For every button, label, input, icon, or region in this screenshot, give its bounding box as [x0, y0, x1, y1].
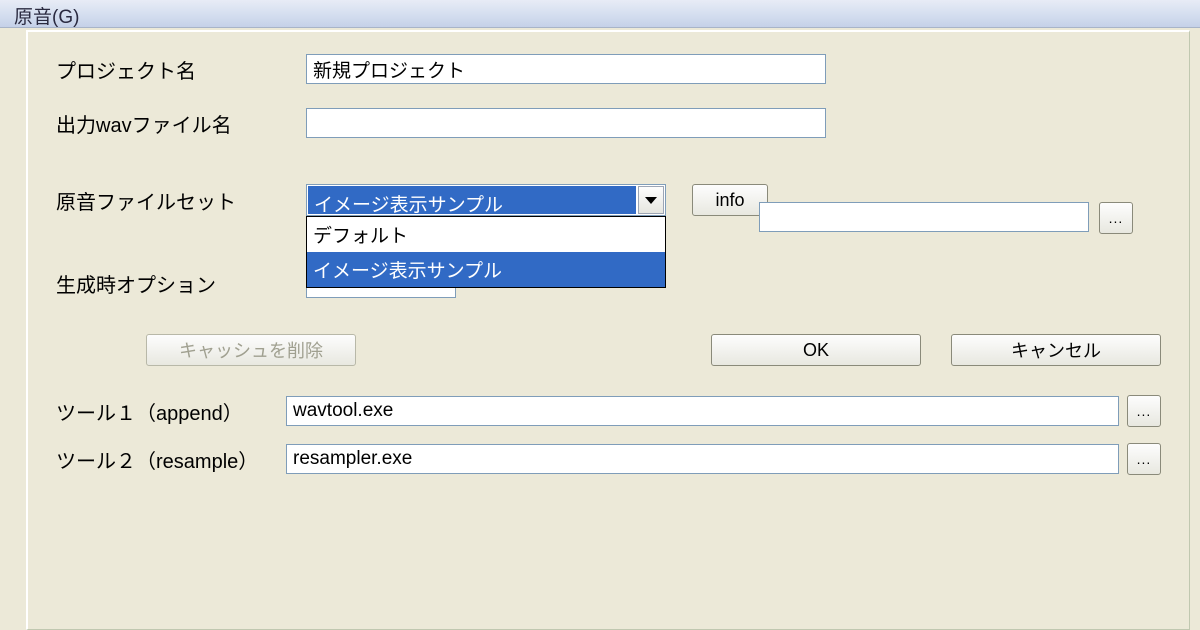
label-tool1: ツール１（append） [56, 397, 286, 426]
tool2-input[interactable] [286, 444, 1119, 474]
row-project-name: プロジェクト名 [56, 52, 1161, 86]
fileset-combo-selected: イメージ表示サンプル [308, 186, 636, 214]
row-output-wav: 出力wavファイル名 [56, 106, 1161, 140]
fileset-browse-button[interactable]: ... [1099, 202, 1133, 234]
groupbox: プロジェクト名 出力wavファイル名 原音ファイルセット イメージ表示サンプル … [26, 30, 1190, 630]
tool2-browse-button[interactable]: ... [1127, 443, 1161, 475]
tool1-input[interactable] [286, 396, 1119, 426]
row-tool2: ツール２（resample） ... [56, 442, 1161, 476]
fileset-combo-wrap: イメージ表示サンプル デフォルト イメージ表示サンプル [306, 184, 666, 216]
fileset-option-1[interactable]: イメージ表示サンプル [307, 252, 665, 287]
settings-window: 原音(G) プロジェクト名 出力wavファイル名 原音ファイルセット イメージ表… [0, 0, 1200, 630]
fileset-path-input[interactable] [759, 202, 1089, 232]
titlebar: 原音(G) [0, 0, 1200, 28]
title-text: 原音(G) [14, 7, 79, 28]
label-gen-option: 生成時オプション [56, 269, 306, 298]
cancel-button[interactable]: キャンセル [951, 334, 1161, 366]
label-voice-fileset: 原音ファイルセット [56, 186, 306, 215]
clear-cache-button: キャッシュを削除 [146, 334, 356, 366]
fileset-combo[interactable]: イメージ表示サンプル [306, 184, 666, 216]
label-project-name: プロジェクト名 [56, 55, 306, 84]
fileset-combo-button[interactable] [638, 186, 664, 214]
label-output-wav: 出力wavファイル名 [56, 109, 306, 138]
ok-button[interactable]: OK [711, 334, 921, 366]
row-tool1: ツール１（append） ... [56, 394, 1161, 428]
fileset-option-0[interactable]: デフォルト [307, 217, 665, 252]
output-wav-input[interactable] [306, 108, 826, 138]
info-button[interactable]: info [692, 184, 768, 216]
tool1-browse-button[interactable]: ... [1127, 395, 1161, 427]
project-name-input[interactable] [306, 54, 826, 84]
fileset-dropdown: デフォルト イメージ表示サンプル [306, 216, 666, 288]
chevron-down-icon [645, 197, 657, 204]
label-tool2: ツール２（resample） [56, 445, 286, 474]
row-voice-fileset: 原音ファイルセット イメージ表示サンプル デフォルト イメージ表示サンプル in… [56, 160, 1161, 240]
button-row: キャッシュを削除 OK キャンセル [56, 334, 1161, 366]
